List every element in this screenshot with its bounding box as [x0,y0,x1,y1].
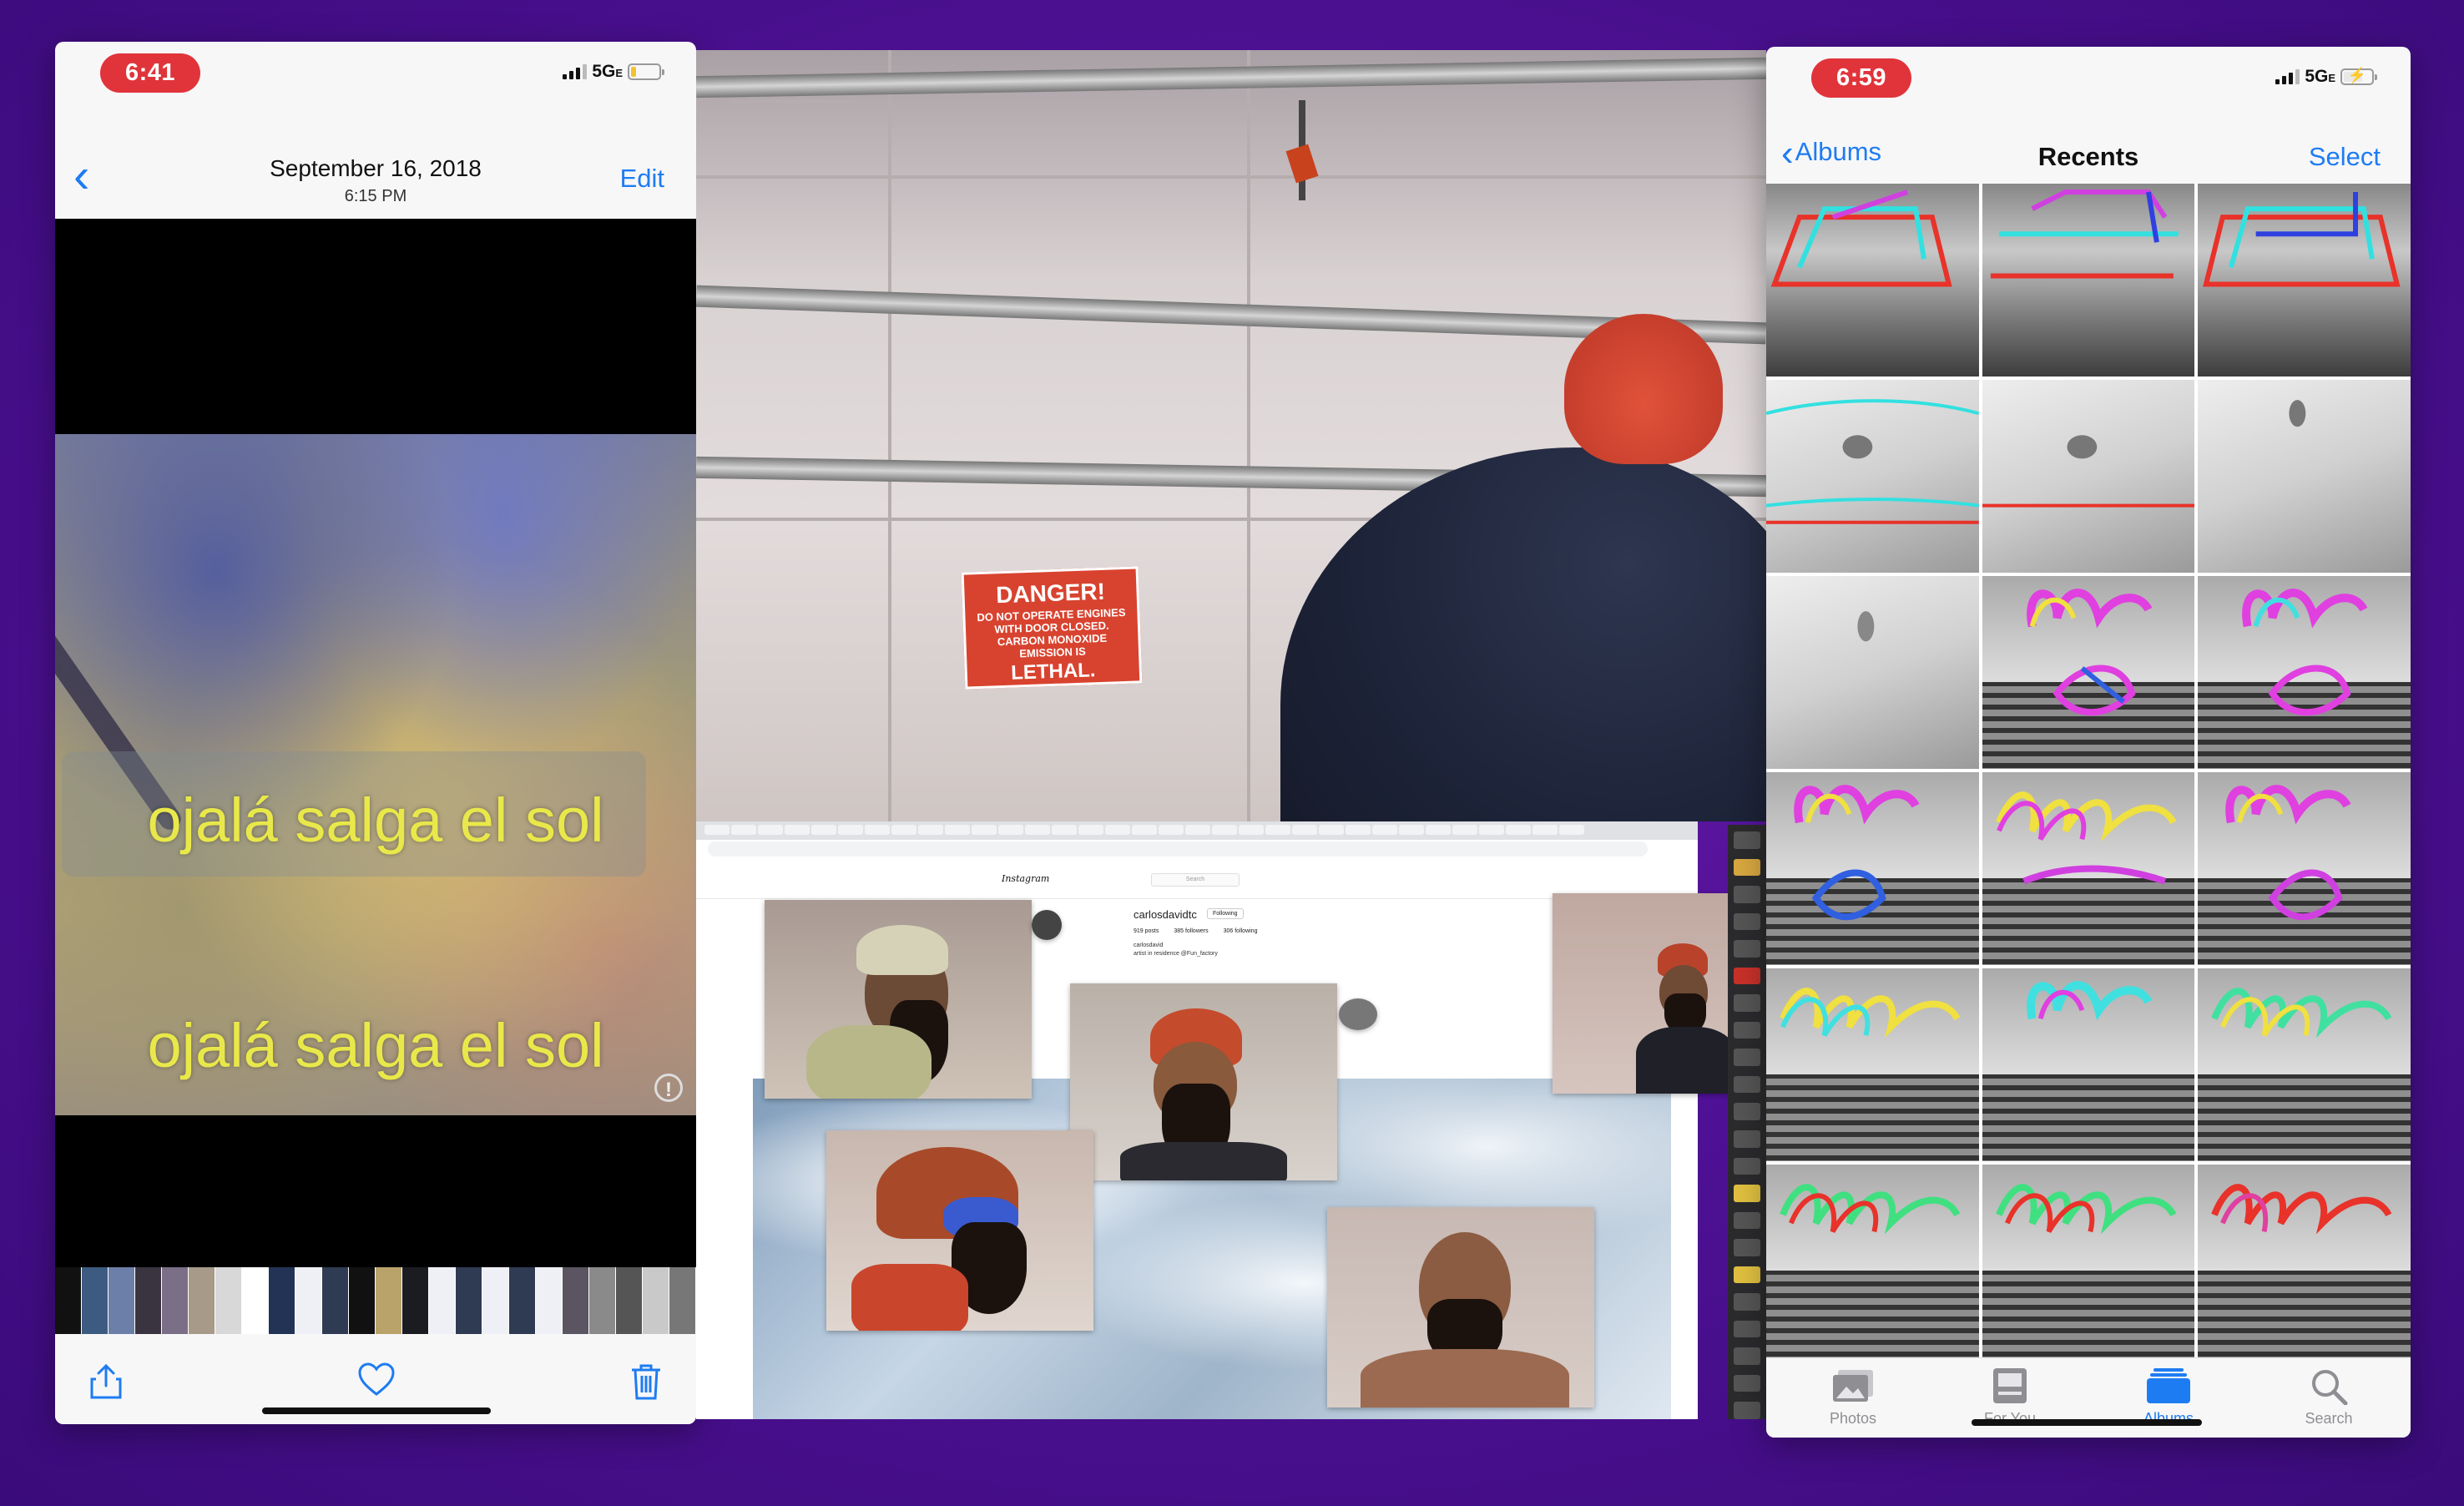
garage-photo: DANGER! DO NOT OPERATE ENGINES WITH DOOR… [696,50,1766,821]
photo-thumbnail[interactable] [1766,380,1979,573]
share-icon[interactable] [88,1362,124,1405]
instagram-avatar[interactable] [1032,910,1062,940]
status-time: 6:59 [1811,58,1912,98]
portrait-photo [1327,1207,1594,1407]
portrait-photo [826,1130,1093,1331]
status-indicators: 5GE [563,62,664,82]
home-indicator[interactable] [262,1407,491,1414]
instagram-bio: carlosdavid artist in residence @Fun_fac… [1134,943,1218,957]
collage-panel: DANGER! DO NOT OPERATE ENGINES WITH DOOR… [696,50,1766,1419]
cellular-signal-icon [2275,69,2300,84]
photo-grid [1766,184,2411,1357]
photo-thumbnail[interactable] [1982,380,2195,573]
photo-thumbnail[interactable] [1766,184,1979,376]
search-icon [2312,1370,2348,1405]
battery-icon [628,63,664,80]
desktop-file-column [1728,825,1766,1419]
video-subtitle: ojalá salga el sol [147,786,604,855]
navigation-bar: ‹ September 16, 2018 6:15 PM Edit [55,147,696,219]
video-frame[interactable]: ojalá salga el sol ojalá salga el sol ! [55,434,696,1115]
browser-tab-strip[interactable] [696,821,1698,840]
photo-thumbnail[interactable] [2198,772,2411,965]
for-you-icon [1993,1368,2027,1403]
portrait-photo [1070,983,1337,1180]
instagram-search-input[interactable]: Search [1151,873,1240,887]
tab-search[interactable]: Search [2270,1367,2387,1428]
albums-icon [2147,1368,2190,1403]
photo-thumbnail[interactable] [2198,968,2411,1161]
video-viewer[interactable]: ojalá salga el sol ojalá salga el sol ! [55,219,696,1269]
instagram-username: carlosdavidtc [1134,908,1197,921]
danger-sign: DANGER! DO NOT OPERATE ENGINES WITH DOOR… [961,566,1143,690]
video-scrubber[interactable] [55,1267,696,1334]
photo-thumbnail[interactable] [1982,1165,2195,1357]
followers-count[interactable]: 385 followers [1174,928,1208,934]
photo-thumbnail[interactable] [1982,184,2195,376]
status-time: 6:41 [100,53,201,93]
home-indicator[interactable] [1972,1419,2202,1426]
tab-photos[interactable]: Photos [1795,1367,1911,1428]
photo-thumbnail[interactable] [1766,968,1979,1161]
network-type: 5GE [592,62,623,81]
person-red-hat [1564,314,1723,464]
battery-charging-icon: ⚡ [2340,67,2377,85]
instagram-stats: 919 posts 385 followers 306 following [1134,928,1257,934]
trash-icon[interactable] [629,1362,663,1405]
network-type: 5GE [2305,67,2335,86]
photo-thumbnail[interactable] [2198,1165,2411,1357]
photo-viewer-phone: 6:41 5GE ‹ September 16, 2018 6:15 PM Ed… [55,42,696,1424]
photo-time: 6:15 PM [344,187,407,205]
photo-date: September 16, 2018 [270,155,482,181]
photo-thumbnail[interactable] [2198,184,2411,376]
instagram-avatar[interactable] [1339,998,1377,1030]
heart-icon[interactable] [357,1362,396,1402]
following-button[interactable]: Following [1207,908,1244,919]
posts-count: 919 posts [1134,928,1159,934]
following-count[interactable]: 306 following [1224,928,1258,934]
photos-library-phone: 6:59 5GE ⚡ ‹Albums Recents Select Photos… [1766,47,2411,1438]
photo-thumbnail[interactable] [1982,576,2195,769]
instagram-header: Instagram Search [696,865,1698,899]
select-button[interactable]: Select [2309,142,2381,172]
photo-thumbnail[interactable] [1766,576,1979,769]
person-jacket [1280,447,1766,821]
portrait-photo [765,900,1032,1099]
instagram-logo[interactable]: Instagram [1002,873,1049,884]
status-bar: 6:41 5GE [55,42,696,102]
photo-thumbnail[interactable] [1766,772,1979,965]
address-bar[interactable] [708,841,1648,857]
video-subtitle: ojalá salga el sol [147,1011,604,1080]
edit-button[interactable]: Edit [620,164,664,194]
cellular-signal-icon [563,64,588,79]
photo-thumbnail[interactable] [2198,576,2411,769]
status-bar: 6:59 5GE ⚡ [1766,47,2411,107]
photo-thumbnail[interactable] [1766,1165,1979,1357]
status-indicators: 5GE ⚡ [2275,67,2377,87]
photo-thumbnail[interactable] [2198,380,2411,573]
photos-icon [1833,1370,1873,1402]
photo-thumbnail[interactable] [1982,968,2195,1161]
info-icon[interactable]: ! [654,1074,683,1102]
photo-thumbnail[interactable] [1982,772,2195,965]
